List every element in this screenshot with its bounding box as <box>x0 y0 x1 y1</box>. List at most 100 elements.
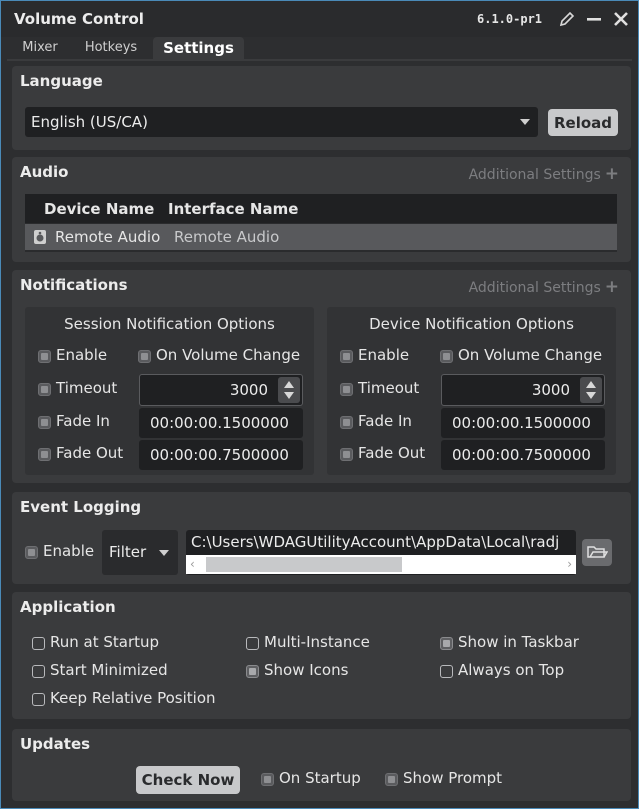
session-timeout-checkbox[interactable] <box>38 383 51 396</box>
updates-panel: Updates Check Now On Startup Show Prompt <box>12 729 631 801</box>
application-panel: Application Run at Startup Multi-Instanc… <box>12 592 631 719</box>
device-fade-out-value: 00:00:00.7500000 <box>452 446 591 464</box>
log-path-value: C:\Users\WDAGUtilityAccount\AppData\Loca… <box>191 533 560 551</box>
show-prompt-checkbox[interactable] <box>385 773 398 786</box>
session-fade-in-field[interactable]: 00:00:00.1500000 <box>139 408 303 438</box>
device-timeout-spinner[interactable]: 3000 <box>441 374 605 406</box>
reload-button[interactable]: Reload <box>548 109 618 136</box>
folder-open-icon <box>586 543 609 565</box>
title-bar[interactable]: Volume Control 6.1.0-pr1 <box>1 1 638 37</box>
language-title: Language <box>20 72 103 90</box>
browse-folder-button[interactable] <box>582 539 612 566</box>
multi-instance-label: Multi-Instance <box>264 633 370 651</box>
additional-settings-label: Additional Settings <box>468 280 601 296</box>
audio-device-table: Device Name Interface Name Remote Audio … <box>25 194 617 252</box>
log-path-field[interactable]: C:\Users\WDAGUtilityAccount\AppData\Loca… <box>186 530 576 575</box>
audio-additional-settings[interactable]: Additional Settings + <box>469 164 619 184</box>
arrow-up-icon[interactable] <box>284 381 294 388</box>
scroll-left-icon[interactable]: ‹ <box>190 557 195 571</box>
additional-settings-label: Additional Settings <box>468 167 601 183</box>
show-prompt-label: Show Prompt <box>403 769 503 787</box>
device-on-volume-change-checkbox[interactable] <box>440 350 453 363</box>
interface-name-cell: Remote Audio <box>174 228 280 246</box>
session-fade-out-checkbox[interactable] <box>38 448 51 461</box>
scrollbar-thumb[interactable] <box>206 557 402 572</box>
column-header-interface-name: Interface Name <box>168 200 299 218</box>
event-logging-enable-label: Enable <box>43 542 95 560</box>
volume-control-window: Volume Control 6.1.0-pr1 Mixer Hotkeys S… <box>0 0 639 809</box>
audio-title: Audio <box>20 163 69 181</box>
chevron-down-icon <box>520 119 530 125</box>
device-enable-checkbox[interactable] <box>340 350 353 363</box>
start-minimized-checkbox[interactable] <box>32 665 45 678</box>
version-label: 6.1.0-pr1 <box>477 12 543 26</box>
on-startup-label: On Startup <box>279 769 361 787</box>
keep-relative-position-checkbox[interactable] <box>32 693 45 706</box>
check-now-button[interactable]: Check Now <box>136 766 240 794</box>
notifications-additional-settings[interactable]: Additional Settings + <box>469 277 619 297</box>
device-fade-out-label: Fade Out <box>358 444 426 462</box>
always-on-top-label: Always on Top <box>458 661 565 679</box>
language-select[interactable]: English (US/CA) <box>25 107 538 137</box>
speaker-icon <box>33 229 47 245</box>
run-at-startup-label: Run at Startup <box>50 633 160 651</box>
session-enable-label: Enable <box>56 346 108 364</box>
session-enable-checkbox[interactable] <box>38 350 51 363</box>
filter-label: Filter <box>109 543 147 561</box>
spinner-arrows[interactable] <box>580 377 602 403</box>
session-fade-in-checkbox[interactable] <box>38 416 51 429</box>
device-timeout-checkbox[interactable] <box>340 383 353 396</box>
column-header-device-name: Device Name <box>44 200 155 218</box>
show-icons-checkbox[interactable] <box>246 665 259 678</box>
horizontal-scrollbar[interactable]: ‹ › <box>186 555 576 574</box>
session-fade-in-value: 00:00:00.1500000 <box>150 414 289 432</box>
table-header: Device Name Interface Name <box>25 194 617 223</box>
event-logging-panel: Event Logging Enable Filter C:\Users\WDA… <box>12 492 631 584</box>
spinner-arrows[interactable] <box>278 377 300 403</box>
event-logging-enable-checkbox[interactable] <box>25 546 38 559</box>
table-row[interactable]: Remote Audio Remote Audio <box>25 224 617 250</box>
session-fade-out-field[interactable]: 00:00:00.7500000 <box>139 440 303 470</box>
session-timeout-value: 3000 <box>229 381 268 399</box>
arrow-down-icon[interactable] <box>284 392 294 399</box>
device-fade-out-checkbox[interactable] <box>340 448 353 461</box>
session-on-volume-change-checkbox[interactable] <box>138 350 151 363</box>
device-on-volume-change-label: On Volume Change <box>458 346 603 364</box>
minimize-icon[interactable] <box>585 10 603 28</box>
show-in-taskbar-checkbox[interactable] <box>440 637 453 650</box>
session-timeout-spinner[interactable]: 3000 <box>139 374 303 406</box>
arrow-down-icon[interactable] <box>586 392 596 399</box>
audio-panel: Audio Additional Settings + Device Name I… <box>12 157 631 262</box>
session-fade-in-label: Fade In <box>56 412 110 430</box>
session-fade-out-label: Fade Out <box>56 444 124 462</box>
tab-settings[interactable]: Settings <box>153 37 244 60</box>
close-icon[interactable] <box>612 10 630 28</box>
device-notification-options: Device Notification Options Enable On Vo… <box>327 307 616 475</box>
always-on-top-checkbox[interactable] <box>440 665 453 678</box>
tab-mixer[interactable]: Mixer <box>13 37 67 60</box>
show-icons-label: Show Icons <box>264 661 349 679</box>
device-fade-in-field[interactable]: 00:00:00.1500000 <box>441 408 605 438</box>
notifications-panel: Notifications Additional Settings + Sessi… <box>12 270 631 483</box>
device-timeout-label: Timeout <box>358 379 420 397</box>
scroll-right-icon[interactable]: › <box>567 557 572 571</box>
on-startup-checkbox[interactable] <box>261 773 274 786</box>
run-at-startup-checkbox[interactable] <box>32 637 45 650</box>
language-panel: Language English (US/CA) Reload <box>12 66 631 150</box>
application-title: Application <box>20 598 116 616</box>
device-fade-in-label: Fade In <box>358 412 412 430</box>
updates-title: Updates <box>20 735 91 753</box>
edit-pencil-icon[interactable] <box>558 10 576 28</box>
device-fade-in-checkbox[interactable] <box>340 416 353 429</box>
multi-instance-checkbox[interactable] <box>246 637 259 650</box>
device-fade-out-field[interactable]: 00:00:00.7500000 <box>441 440 605 470</box>
arrow-up-icon[interactable] <box>586 381 596 388</box>
tab-hotkeys[interactable]: Hotkeys <box>75 37 147 60</box>
language-selected-value: English (US/CA) <box>31 113 148 131</box>
session-timeout-label: Timeout <box>56 379 118 397</box>
session-notification-options: Session Notification Options Enable On V… <box>25 307 314 475</box>
chevron-down-icon <box>159 550 169 556</box>
show-in-taskbar-label: Show in Taskbar <box>458 633 579 651</box>
filter-dropdown[interactable]: Filter <box>102 530 178 575</box>
device-options-title: Device Notification Options <box>369 315 574 333</box>
